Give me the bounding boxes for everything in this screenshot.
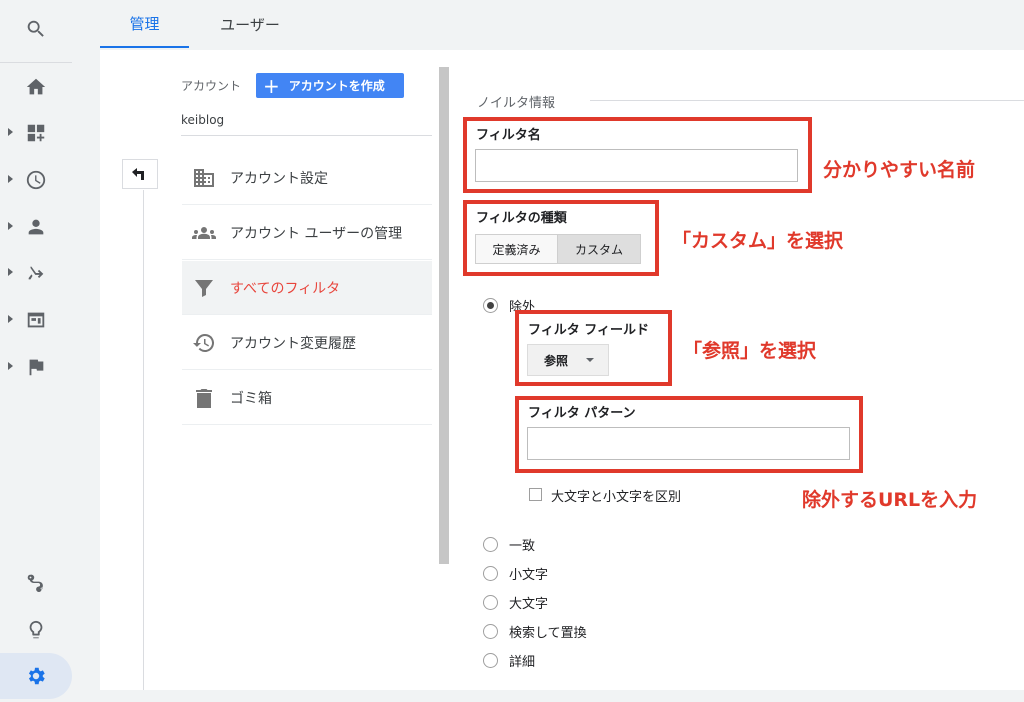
lightbulb-icon[interactable]	[0, 607, 72, 653]
back-button[interactable]	[122, 159, 158, 189]
case-sensitive-checkbox[interactable]	[529, 488, 542, 501]
radio-option-label: 一致	[509, 539, 536, 554]
account-label: アカウント	[181, 79, 242, 93]
menu-item-label: アカウント ユーザーの管理	[230, 225, 403, 242]
plus-icon: +	[263, 73, 280, 98]
radio-option[interactable]	[483, 653, 498, 668]
annotation-url: 除外するURLを入力	[802, 489, 978, 511]
radio-exclude[interactable]	[483, 298, 498, 313]
building-icon	[182, 166, 226, 190]
account-column-line	[143, 190, 144, 690]
menu-item-label: ゴミ箱	[230, 390, 272, 407]
rail-divider	[0, 62, 72, 63]
scrollbar[interactable]	[439, 67, 449, 564]
radio-option[interactable]	[483, 566, 498, 581]
menu-item-label: すべてのフィルタ	[230, 280, 341, 297]
annotation-name: 分かりやすい名前	[823, 159, 976, 181]
case-sensitive-label: 大文字と小文字を区別	[551, 490, 682, 505]
account-divider	[181, 135, 432, 136]
radio-option[interactable]	[483, 595, 498, 610]
radio-option-label: 小文字	[509, 568, 549, 583]
account-name[interactable]: keiblog	[181, 113, 224, 127]
callout-box-name	[463, 117, 812, 193]
flag-icon[interactable]	[0, 344, 72, 390]
callout-box-type	[463, 200, 659, 276]
window-icon[interactable]	[0, 297, 72, 343]
callout-box-field	[515, 310, 672, 386]
menu-item-all-filters[interactable]: すべてのフィルタ	[182, 261, 432, 315]
route-icon[interactable]	[0, 560, 72, 606]
radio-option-label: 検索して置換	[509, 626, 587, 641]
search-icon[interactable]	[0, 6, 72, 52]
clock-icon[interactable]	[0, 157, 72, 203]
callout-box-pattern	[515, 396, 863, 473]
radio-option-label: 大文字	[509, 597, 549, 612]
people-icon	[182, 221, 226, 245]
history-icon	[182, 331, 226, 355]
menu-item-trash[interactable]: ゴミ箱	[182, 371, 432, 425]
left-nav-rail	[0, 0, 100, 702]
menu-item-label: アカウント設定	[230, 170, 328, 187]
tab-user[interactable]: ユーザー	[200, 0, 300, 48]
fork-icon[interactable]	[0, 250, 72, 296]
radio-option[interactable]	[483, 537, 498, 552]
menu-item-change-history[interactable]: アカウント変更履歴	[182, 316, 432, 370]
gear-icon[interactable]	[0, 653, 72, 699]
trash-icon	[182, 386, 226, 410]
radio-option-label: 詳細	[509, 655, 536, 670]
filter-icon	[182, 276, 226, 300]
person-icon[interactable]	[0, 204, 72, 250]
menu-item-label: アカウント変更履歴	[230, 335, 356, 352]
section-title: ノイルタ情報	[477, 96, 556, 111]
create-account-label: アカウントを作成	[288, 79, 385, 93]
create-account-button[interactable]: + アカウントを作成	[256, 73, 404, 98]
menu-item-user-management[interactable]: アカウント ユーザーの管理	[182, 206, 432, 260]
section-divider	[590, 100, 1024, 101]
tab-admin[interactable]: 管理	[100, 0, 189, 48]
home-icon[interactable]	[0, 64, 72, 110]
back-arrow-icon	[132, 168, 144, 180]
dashboard-icon[interactable]	[0, 110, 72, 156]
annotation-reference: 「参照」を選択	[683, 340, 817, 362]
radio-option[interactable]	[483, 624, 498, 639]
annotation-custom: 「カスタム」を選択	[672, 230, 844, 252]
menu-item-account-settings[interactable]: アカウント設定	[182, 151, 432, 205]
